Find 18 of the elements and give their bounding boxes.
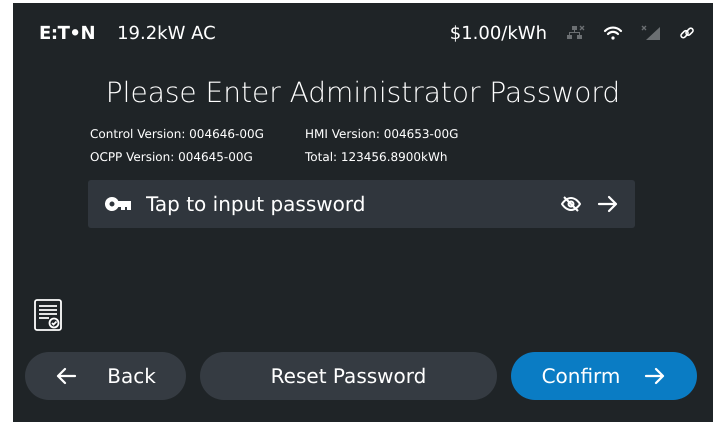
version-info: Control Version: 004646-00G	[90, 126, 265, 143]
back-button[interactable]: Back	[25, 352, 186, 400]
page-title: Please Enter Administrator Password	[104, 75, 622, 111]
power-rating: 19.2kW AC	[117, 22, 216, 46]
logo: E:T•N	[39, 22, 96, 46]
reset-password-button[interactable]: Reset Password	[200, 352, 497, 400]
version-info: Total: 123456.8900kWh	[305, 149, 448, 166]
hidden-eye-icon[interactable]	[561, 196, 581, 212]
back-arrow-icon	[55, 366, 78, 386]
submit-arrow-icon	[597, 194, 619, 214]
price: $1.00/kWh	[450, 22, 547, 46]
version-info: OCPP Version: 004645-00G	[90, 149, 254, 166]
confirm-button[interactable]: Confirm	[511, 352, 697, 400]
password-field[interactable]: Tap to input password	[88, 180, 635, 228]
version-info: HMI Version: 004653-00G	[305, 126, 460, 143]
forward-arrow-icon	[644, 366, 666, 386]
document-check-icon[interactable]	[33, 298, 63, 332]
key-icon	[104, 196, 134, 212]
